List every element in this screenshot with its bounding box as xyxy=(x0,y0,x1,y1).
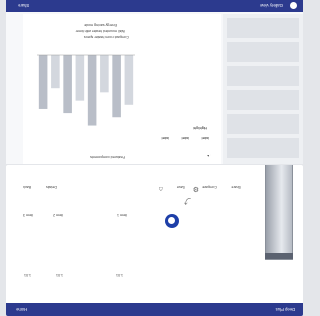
column-label-2: Item 2 xyxy=(53,213,63,217)
chart-bar xyxy=(124,55,134,105)
product-card: Deep Plus Home ⤴ ⚙ ⌂ 1.01 1.01 1.01 Item… xyxy=(6,165,303,316)
gallery-header-title: Gallery view xyxy=(260,3,283,9)
chart-bar xyxy=(63,55,72,114)
column-value-3: 1.01 xyxy=(24,273,31,277)
action-label-2[interactable]: Compare xyxy=(202,184,217,189)
gallery-card: Compact room heater specs Wall mounted h… xyxy=(6,0,303,164)
spec-line-1: Compact room heater specs xyxy=(83,35,129,39)
thumbnail[interactable] xyxy=(227,18,299,38)
gallery-header-right[interactable]: Share xyxy=(18,4,29,9)
thumbnail[interactable] xyxy=(227,138,299,158)
highlight-label: Highlight xyxy=(193,126,207,130)
chart-bar xyxy=(112,55,121,118)
column-label-3: Item 3 xyxy=(23,213,33,217)
column-value-1: 1.01 xyxy=(116,273,123,277)
circle-icon[interactable]: ◔ xyxy=(207,151,211,158)
thumbnail[interactable] xyxy=(227,66,299,86)
chart-bar xyxy=(38,55,48,109)
toolbar-label-1[interactable]: Details xyxy=(46,184,57,189)
bar-chart xyxy=(37,54,135,126)
gallery-strip xyxy=(223,14,303,164)
product-header: Deep Plus Home xyxy=(6,303,303,316)
product-header-title: Deep Plus xyxy=(275,307,295,312)
product-header-right[interactable]: Home xyxy=(16,307,27,312)
action-label-1[interactable]: Share xyxy=(231,184,241,189)
action-label-3[interactable]: Save xyxy=(177,184,185,189)
chart-bar xyxy=(75,55,85,101)
share-icon[interactable]: ⤴ xyxy=(184,197,191,204)
gallery-header: Gallery view Share xyxy=(6,0,303,12)
tag-1: label xyxy=(201,136,209,140)
gear-icon[interactable]: ⚙ xyxy=(193,185,199,192)
rotated-screenshot: Deep Plus Home ⤴ ⚙ ⌂ 1.01 1.01 1.01 Item… xyxy=(0,0,313,316)
thumbnail[interactable] xyxy=(227,90,299,110)
menu-icon[interactable] xyxy=(290,2,297,10)
play-button[interactable] xyxy=(165,214,179,228)
column-value-2: 1.01 xyxy=(56,273,63,277)
chart-bar xyxy=(51,55,60,89)
chart-bar xyxy=(100,55,109,93)
tag-2: label xyxy=(181,136,189,140)
footer-note: Featured components xyxy=(90,155,125,159)
toolbar-label-2[interactable]: Back xyxy=(23,184,31,189)
spec-line-2: Wall mounted heater with timer xyxy=(75,29,125,33)
home-icon[interactable]: ⌂ xyxy=(159,185,163,192)
detail-panel: Compact room heater specs Wall mounted h… xyxy=(23,14,221,164)
thumbnail[interactable] xyxy=(227,114,299,134)
tag-3: label xyxy=(161,136,169,140)
spec-line-3: Energy saving mode xyxy=(84,23,117,27)
column-label-1: Item 1 xyxy=(117,213,127,217)
chart-bar xyxy=(87,55,97,126)
thumbnail[interactable] xyxy=(227,42,299,62)
appliance-image xyxy=(265,165,293,260)
